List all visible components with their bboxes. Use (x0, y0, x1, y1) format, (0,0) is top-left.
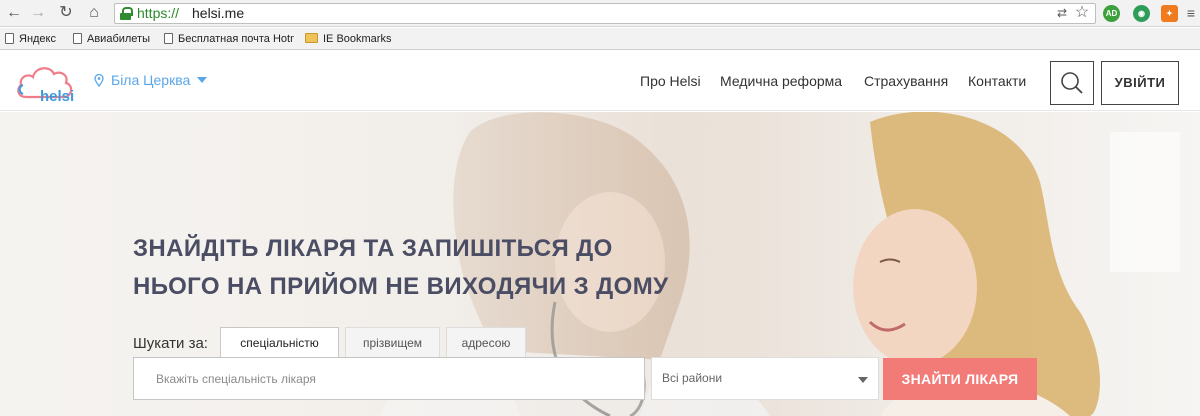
bookmark-ie-folder[interactable]: IE Bookmarks (305, 32, 391, 46)
bookmark-hotmail[interactable]: Бесплатная почта Hotm (164, 32, 294, 46)
specialty-input[interactable] (133, 357, 645, 400)
extension-icon[interactable]: ◉ (1133, 5, 1150, 22)
logo-text: helsi (40, 88, 75, 105)
helsi-logo[interactable]: helsi (14, 61, 76, 105)
login-button[interactable]: УВІЙТИ (1101, 61, 1179, 105)
translate-icon[interactable]: ⇄ (1052, 3, 1072, 23)
lock-icon (120, 7, 133, 20)
menu-icon[interactable]: ≡ (1181, 3, 1200, 23)
fox-extension-icon[interactable]: ✦ (1161, 5, 1178, 22)
search-icon (1061, 72, 1083, 94)
back-arrow-icon[interactable]: ← (4, 3, 24, 23)
reload-icon[interactable]: ↻ (56, 3, 76, 23)
search-button[interactable] (1050, 61, 1094, 105)
tab-surname[interactable]: прізвищем (345, 327, 440, 357)
find-doctor-button[interactable]: ЗНАЙТИ ЛІКАРЯ (883, 358, 1037, 400)
menu-contacts[interactable]: Контакти (968, 73, 1026, 89)
bookmark-aviabilety[interactable]: Авиабилеты (73, 32, 150, 46)
page-icon (5, 33, 14, 44)
menu-medical-reform[interactable]: Медична реформа (720, 73, 842, 89)
chevron-down-icon (197, 77, 208, 83)
search-by-label: Шукати за: (133, 335, 208, 352)
menu-about[interactable]: Про Helsi (640, 73, 701, 89)
bookmark-yandex[interactable]: Яндекс (5, 32, 56, 46)
district-select[interactable]: Всі райони (651, 357, 879, 400)
bookmarks-bar: Яндекс Авиабилеты Бесплатная почта Hotm … (0, 28, 1200, 50)
tab-address[interactable]: адресою (446, 327, 526, 357)
home-icon[interactable]: ⌂ (84, 3, 104, 23)
hero-headline: ЗНАЙДІТЬ ЛІКАРЯ ТА ЗАПИШІТЬСЯ ДО НЬОГО Н… (133, 235, 669, 300)
forward-arrow-icon[interactable]: → (28, 3, 48, 23)
page-icon (73, 33, 82, 44)
hero-section: ЗНАЙДІТЬ ЛІКАРЯ ТА ЗАПИШІТЬСЯ ДО НЬОГО Н… (0, 112, 1200, 416)
url-scheme: https:// (137, 5, 180, 21)
tab-specialty[interactable]: спеціальністю (220, 327, 339, 357)
city-selector[interactable]: Біла Церква (94, 72, 208, 88)
site-header: helsi Біла Церква Про Helsi Медична рефо… (0, 51, 1200, 111)
menu-insurance[interactable]: Страхування (864, 73, 948, 89)
district-selected-value: Всі райони (662, 371, 723, 385)
address-bar[interactable]: https:// helsi.me (114, 3, 1096, 24)
browser-toolbar: ← → ↻ ⌂ https:// helsi.me ⇄ ☆ AD ◉ ✦ ≡ (0, 0, 1200, 27)
url-host: helsi.me (192, 5, 245, 21)
star-icon[interactable]: ☆ (1072, 3, 1092, 23)
location-pin-icon (94, 74, 104, 87)
adguard-extension-icon[interactable]: AD (1103, 5, 1120, 22)
folder-icon (305, 33, 318, 43)
city-label: Біла Церква (111, 72, 191, 88)
chevron-down-icon (858, 377, 868, 383)
page-icon (164, 33, 173, 44)
